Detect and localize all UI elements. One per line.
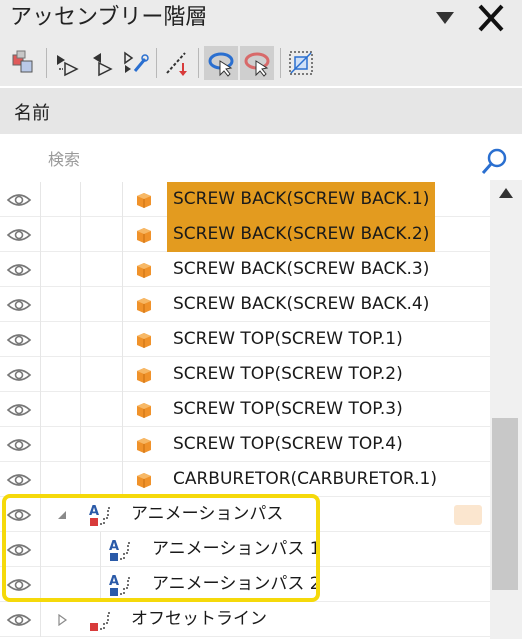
search-input[interactable]	[40, 144, 470, 174]
fit-frame-icon[interactable]	[284, 46, 318, 80]
path-line-icon[interactable]	[160, 46, 194, 80]
rotate-view-icon[interactable]	[204, 46, 238, 80]
eye-icon[interactable]	[6, 365, 32, 385]
tree-item-label: SCREW TOP(SCREW TOP.2)	[173, 364, 403, 384]
part-icon	[137, 403, 151, 418]
eye-icon[interactable]	[6, 540, 32, 560]
part-icon	[137, 368, 151, 383]
step-forward-icon[interactable]	[50, 46, 84, 80]
tree-item-label: SCREW TOP(SCREW TOP.1)	[173, 329, 403, 349]
eye-icon[interactable]	[6, 470, 32, 490]
assembly-tree: SCREW BACK(SCREW BACK.1) SCREW BACK(SCRE…	[0, 180, 490, 639]
eye-icon[interactable]	[6, 610, 32, 630]
tree-row[interactable]: A アニメーションパス 2	[0, 567, 490, 602]
svg-text:A: A	[109, 539, 119, 554]
part-icon	[137, 228, 151, 243]
search-icon[interactable]	[480, 146, 510, 176]
animation-path-icon: A	[109, 539, 132, 561]
eye-icon[interactable]	[6, 190, 32, 210]
panel-title: アッセンブリー階層	[10, 5, 208, 30]
eye-icon[interactable]	[6, 505, 32, 525]
tree-item-label: SCREW BACK(SCREW BACK.1)	[167, 182, 436, 217]
tree-item-label: アニメーションパス 2	[152, 574, 321, 594]
svg-text:A: A	[89, 504, 99, 519]
toolbar-separator	[280, 48, 281, 78]
column-header-name[interactable]: 名前	[14, 99, 50, 125]
tree-row[interactable]: SCREW TOP(SCREW TOP.3)	[0, 392, 490, 427]
tree-row[interactable]: CARBURETOR(CARBURETOR.1)	[0, 462, 490, 497]
eye-icon[interactable]	[6, 435, 32, 455]
scroll-up-arrow-icon[interactable]	[498, 187, 514, 199]
offset-line-icon	[90, 612, 112, 631]
tree-row[interactable]: SCREW TOP(SCREW TOP.1)	[0, 322, 490, 357]
tree-item-label: アニメーションパス	[131, 504, 284, 524]
panel-titlebar: アッセンブリー階層	[0, 0, 522, 38]
tree-item-label: SCREW BACK(SCREW BACK.2)	[167, 217, 436, 252]
tree-item-label: SCREW BACK(SCREW BACK.3)	[173, 259, 430, 279]
tree-item-label: SCREW TOP(SCREW TOP.3)	[173, 399, 403, 419]
animation-path-icon: A	[89, 504, 112, 526]
tree-row[interactable]: A アニメーションパス 1	[0, 532, 490, 567]
tree-row[interactable]: SCREW BACK(SCREW BACK.2)	[0, 217, 490, 252]
dropdown-triangle-icon[interactable]	[434, 9, 456, 27]
tree-row[interactable]: SCREW TOP(SCREW TOP.2)	[0, 357, 490, 392]
close-icon[interactable]	[476, 2, 506, 34]
assembly-icon[interactable]	[6, 46, 40, 80]
step-back-forward-icon[interactable]	[84, 46, 118, 80]
part-icon	[137, 193, 151, 208]
tree-row[interactable]: SCREW BACK(SCREW BACK.1)	[0, 182, 490, 217]
rotate-reset-icon[interactable]	[240, 46, 274, 80]
search-bar	[0, 138, 522, 180]
expand-triangle-icon[interactable]	[56, 614, 68, 626]
part-icon	[137, 473, 151, 488]
part-icon	[137, 263, 151, 278]
part-icon	[137, 333, 151, 348]
toolbar	[0, 38, 522, 86]
tree-row[interactable]: A アニメーションパス	[0, 497, 490, 532]
animation-path-icon: A	[109, 574, 132, 596]
eye-icon[interactable]	[6, 330, 32, 350]
tree-item-label: SCREW TOP(SCREW TOP.4)	[173, 434, 403, 454]
tree-row[interactable]: SCREW TOP(SCREW TOP.4)	[0, 427, 490, 462]
eye-icon[interactable]	[6, 400, 32, 420]
toolbar-separator	[198, 48, 199, 78]
tree-row[interactable]: オフセットライン	[0, 602, 490, 637]
toolbar-separator	[156, 48, 157, 78]
eye-icon[interactable]	[6, 260, 32, 280]
eye-icon[interactable]	[6, 225, 32, 245]
tree-item-label: アニメーションパス 1	[152, 539, 321, 559]
svg-text:A: A	[109, 574, 119, 589]
eye-icon[interactable]	[6, 295, 32, 315]
tree-item-label: CARBURETOR(CARBURETOR.1)	[173, 469, 437, 489]
tree-row[interactable]: SCREW BACK(SCREW BACK.4)	[0, 287, 490, 322]
tree-item-label: SCREW BACK(SCREW BACK.4)	[173, 294, 430, 314]
column-header: 名前	[0, 88, 522, 134]
part-icon	[137, 298, 151, 313]
scrollbar-thumb[interactable]	[492, 418, 518, 590]
part-icon	[137, 438, 151, 453]
collapse-triangle-icon[interactable]	[56, 509, 68, 521]
eye-icon[interactable]	[6, 575, 32, 595]
highlight-marker	[454, 505, 482, 525]
edit-steps-icon[interactable]	[118, 46, 152, 80]
tree-row[interactable]: SCREW BACK(SCREW BACK.3)	[0, 252, 490, 287]
toolbar-separator	[46, 48, 47, 78]
tree-item-label: オフセットライン	[131, 609, 267, 629]
